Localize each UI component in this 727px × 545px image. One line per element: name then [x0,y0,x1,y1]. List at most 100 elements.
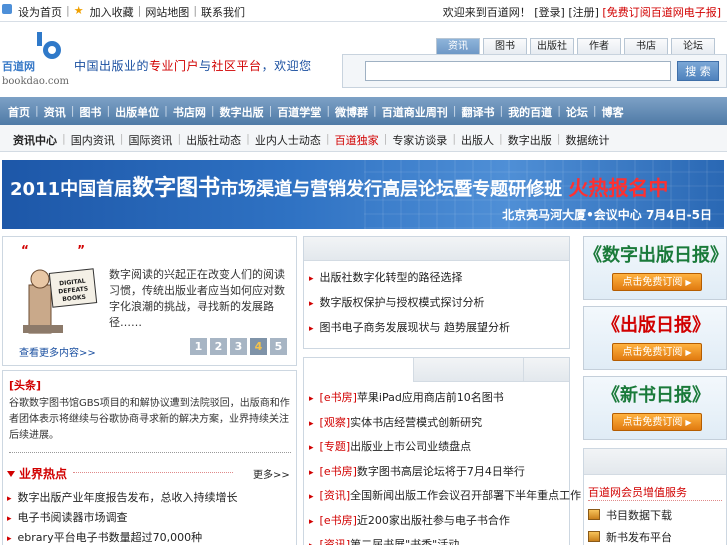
mid-lower-panel: ▸ [e书房]苹果iPad应用商店前10名图书 ▸ [观察]实体书店经营模式创新研究 ▸… [303,357,581,545]
pager-button[interactable]: 2 [210,338,227,355]
logo-domain: bookdao.com [2,76,69,87]
feature-more-link[interactable]: 查看更多内容>> [19,344,96,359]
newsletter-ad[interactable]: 《出版日报》 点击免费订阅 [583,306,727,370]
main-nav-item[interactable]: 出版单位 [111,104,163,120]
subscribe-newsletter-link[interactable]: [免费订阅百道网电子报] [602,6,721,19]
event-banner[interactable]: 2011中国首届数字图书市场渠道与营销发行高层论坛暨专题研修班 火热报名中 北京… [2,160,724,229]
service-icon [588,509,600,520]
set-homepage-link[interactable]: 设为首页 [18,4,62,20]
main-nav: 首页 | 资讯 | 图书 | 出版单位 | 书店网 | 数字出版 | 百道学堂 | 微博群 | 百道商业周刊 | 翻… [0,97,727,125]
section-more-link[interactable]: 更多>> [253,466,290,481]
headline-news: [头条] 谷歌数字图书馆GBS项目的和解协议遭到法院驳回，出版商和作者团体表示将… [2,370,297,545]
feature-text: 数字阅读的兴起正在改变人们的阅读习惯，传统出版业者应当如何应对数字化浪潮的挑战，… [109,268,285,329]
site-slogan: 中国出版业的专业门户与社区平台，欢迎您 [74,59,312,73]
sub-nav-item[interactable]: 国内资讯 [66,132,120,148]
main-nav-item[interactable]: 图书 [75,104,105,120]
main-nav-item[interactable]: 百道商业周刊 [378,104,452,120]
login-link[interactable]: [登录] [534,6,565,19]
newsletter-ad[interactable]: 《新书日报》 点击免费订阅 [583,376,727,440]
home-icon [2,4,12,14]
list-item[interactable]: ▸ 图书电子商务发展现状与 趋势展望分析 [309,315,510,340]
bullet-icon: ▸ [309,443,314,453]
list-item[interactable]: ▸[资讯]第二届书展"书香"活动 [309,533,581,545]
sitemap-link[interactable]: 网站地图 [145,4,189,20]
feature-panel: “ ” DIGITAL DEFEATS BOOKS 数字阅读的兴起正在改变人们的… [2,236,297,366]
main-nav-item[interactable]: 百道学堂 [273,104,325,120]
welcome-text: 欢迎来到百道网！ [442,6,531,19]
sub-nav-item[interactable]: 资讯中心 [8,132,62,148]
bullet-icon: ▸ [7,494,12,504]
subscribe-button[interactable]: 点击免费订阅 [612,343,702,361]
search-tab[interactable]: 出版社 [530,38,574,54]
search-box: 搜 索 [342,54,727,88]
list-item[interactable]: ▸ [专题]出版业上市公司业绩盘点 [309,435,581,460]
sub-nav-item[interactable]: 业内人士动态 [250,132,326,148]
bullet-icon: ▸ [309,299,314,309]
banner-headline: 2011中国首届数字图书市场渠道与营销发行高层论坛暨专题研修班 火热报名中 [10,176,669,201]
logo-chinese: 百道网 [2,60,35,73]
bullet-icon: ▸ [309,418,314,429]
feature-image[interactable]: DIGITAL DEFEATS BOOKS [15,265,99,337]
bullet-icon: ▸ [309,541,314,545]
sub-nav-item[interactable]: 出版人 [456,132,499,148]
tab-second[interactable] [414,358,524,382]
main-nav-item[interactable]: 首页 [4,104,34,120]
register-link[interactable]: [注册] [568,6,599,19]
list-item[interactable]: ▸ 出版社数字化转型的路径选择 [309,265,510,290]
service-icon [588,531,600,542]
search-input[interactable] [365,61,671,81]
sub-nav-item[interactable]: 专家访谈录 [387,132,452,148]
search-tab[interactable]: 图书 [483,38,527,54]
add-favorite-link[interactable]: 加入收藏 [90,4,134,20]
pager-button[interactable]: 5 [270,338,287,355]
news-list: ▸ 数字出版产业年度报告发布，总收入持续增长 ▸ 电子书阅读器市场调查 ▸ ebrary平… [7,488,238,545]
list-item[interactable]: ▸ [e书房]苹果iPad应用商店前10名图书 [309,386,581,411]
list-item[interactable]: ▸ [e书房]数字图书高层论坛将于7月4日举行 [309,460,581,485]
list-item[interactable]: ▸ ebrary平台电子书数量超过70,000种 [7,528,238,545]
banner-subline: 北京亮马河大厦•会议中心 7月4日-5日 [502,208,712,222]
bullet-icon: ▸ [309,492,314,502]
list-item[interactable]: ▸ [观察]实体书店经营模式创新研究 [309,411,581,436]
main-nav-item[interactable]: 书店网 [169,104,210,120]
contact-link[interactable]: 联系我们 [201,4,245,20]
newsletter-ad[interactable]: 《数字出版日报》 点击免费订阅 [583,236,727,300]
search-button[interactable]: 搜 索 [677,61,719,81]
tab-first[interactable] [304,358,414,382]
sub-nav-item[interactable]: 国际资讯 [123,132,177,148]
sub-nav-item[interactable]: 百道独家 [330,132,384,148]
sub-nav-item[interactable]: 数字出版 [503,132,557,148]
search-tab[interactable]: 资讯 [436,38,480,54]
list-item[interactable]: ▸ [e书房]近200家出版社参与电子书合作 [309,509,581,534]
list-item[interactable]: ▸ 数字版权保护与授权模式探讨分析 [309,290,510,315]
main-nav-item[interactable]: 资讯 [40,104,70,120]
sub-nav-item[interactable]: 数据统计 [560,132,614,148]
headline-paragraph[interactable]: 谷歌数字图书馆GBS项目的和解协议遭到法院驳回，出版商和作者团体表示将继续与谷歌… [9,396,291,444]
pager-button[interactable]: 3 [230,338,247,355]
sub-nav-item[interactable]: 出版社动态 [181,132,246,148]
search-tab[interactable]: 作者 [577,38,621,54]
main-nav-item[interactable]: 我的百道 [504,104,556,120]
pager-button[interactable]: 1 [190,338,207,355]
mid-top-header [304,237,569,261]
top-utility-bar: 设为首页 | ★ 加入收藏 | 网站地图 | 联系我们 欢迎来到百道网！ [登录… [0,0,727,22]
main-nav-item[interactable]: 数字出版 [216,104,268,120]
main-nav-item[interactable]: 博客 [598,104,628,120]
newsletter-title: 《出版日报》 [602,315,710,336]
list-item[interactable]: 新书发布平台 [588,527,672,545]
bullet-icon: ▸ [309,324,314,334]
site-logo[interactable]: 百道网 bookdao.com [0,28,72,90]
bullet-icon: ▸ [309,467,314,478]
bullet-icon: ▸ [309,274,314,284]
list-item[interactable]: ▸ 数字出版产业年度报告发布，总收入持续增长 [7,488,238,508]
main-nav-item[interactable]: 论坛 [562,104,592,120]
list-item[interactable]: ▸ [资讯]全国新闻出版工作会议召开部署下半年重点工作 [309,484,581,509]
main-nav-item[interactable]: 翻译书 [457,104,498,120]
list-item[interactable]: 书目数据下载 [588,505,672,527]
list-item[interactable]: ▸ 电子书阅读器市场调查 [7,508,238,528]
search-tab[interactable]: 书店 [624,38,668,54]
subscribe-button[interactable]: 点击免费订阅 [612,413,702,431]
main-nav-item[interactable]: 微博群 [331,104,372,120]
search-tab[interactable]: 论坛 [671,38,715,54]
pager-button[interactable]: 4 [250,338,267,355]
subscribe-button[interactable]: 点击免费订阅 [612,273,702,291]
